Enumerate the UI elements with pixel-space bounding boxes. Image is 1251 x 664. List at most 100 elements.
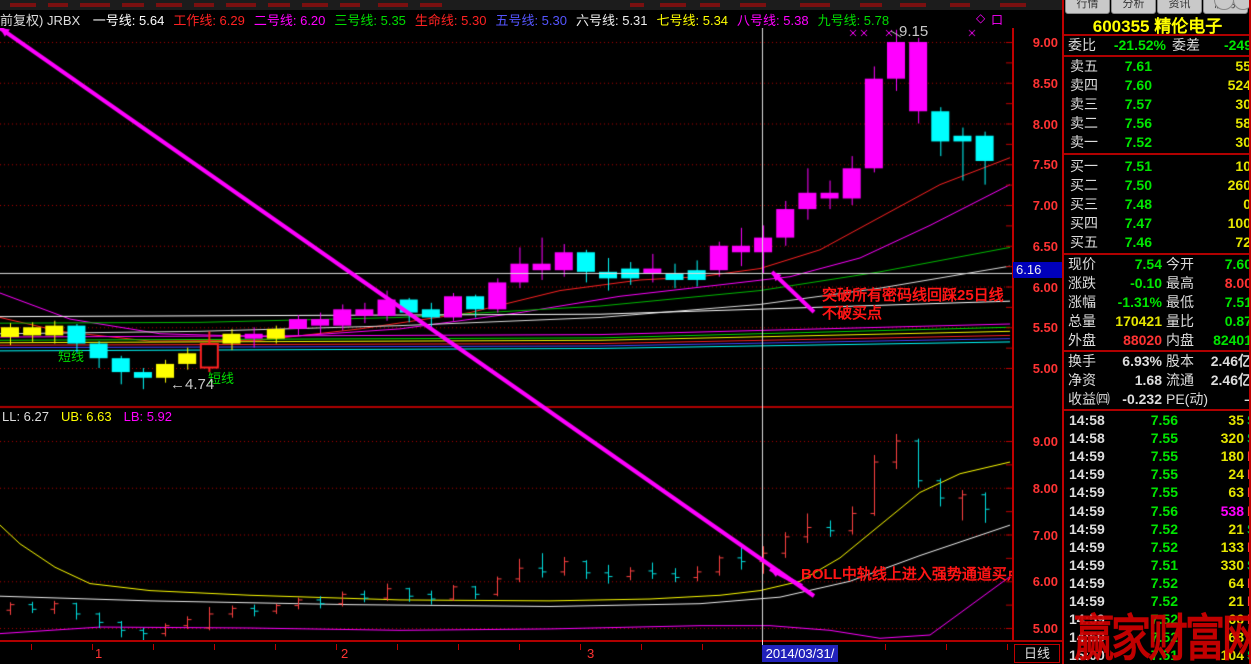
bid-price: 7.46 bbox=[1094, 233, 1152, 252]
month-label-2: 2 bbox=[341, 646, 348, 661]
main-axis-label-5.50: 5.50 bbox=[1014, 320, 1058, 335]
panel-tab-1[interactable]: 行情 bbox=[1065, 0, 1110, 14]
trade-price: 7.52 bbox=[1116, 574, 1178, 592]
window-icon[interactable]: 口 bbox=[991, 11, 1003, 28]
trade-price: 7.52 bbox=[1116, 538, 1178, 556]
toolbar-fragment bbox=[80, 3, 110, 7]
chart-canvas[interactable] bbox=[0, 28, 1012, 640]
time-axis-bar: 2014/03/31/一 日线 1 2 3 bbox=[0, 640, 1062, 664]
trade-row-9: 14:597.51330S bbox=[1064, 556, 1251, 574]
main-axis-label-7.00: 7.00 bbox=[1014, 198, 1058, 213]
bid-volume: 10 bbox=[1164, 157, 1251, 176]
indicator-item-三号线: 三号线: 5.35 bbox=[334, 13, 406, 28]
stat-value: 0.87 bbox=[1194, 312, 1251, 331]
breakout-annotation-line2: 不破买点 bbox=[822, 305, 1004, 323]
trade-volume: 538 bbox=[1182, 502, 1244, 520]
main-axis-label-9.00: 9.00 bbox=[1014, 35, 1058, 50]
bid-row-2[interactable]: 买二7.50260 bbox=[1064, 176, 1251, 195]
stat-label: 现价 bbox=[1068, 255, 1096, 274]
bid-volume: 0 bbox=[1164, 195, 1251, 214]
trade-row-4: 14:597.5524B bbox=[1064, 465, 1251, 483]
ask-row-3[interactable]: 卖三7.5730 bbox=[1064, 95, 1251, 114]
ask-price: 7.52 bbox=[1094, 133, 1152, 152]
low-price-annotation: ←4.74 bbox=[170, 376, 214, 393]
indicator-item-生命线: 生命线: 5.30 bbox=[415, 13, 487, 28]
crosshair-date-label[interactable]: 2014/03/31/一 bbox=[762, 645, 838, 662]
trade-time: 14:58 bbox=[1069, 411, 1105, 429]
toolbar-fragment bbox=[378, 3, 408, 7]
month-label-3: 3 bbox=[587, 646, 594, 661]
time-axis-tick bbox=[336, 644, 337, 650]
trade-volume: 330 bbox=[1182, 556, 1244, 574]
ask-volume: 30 bbox=[1164, 95, 1251, 114]
boll-axis-label-7.00: 7.00 bbox=[1014, 528, 1058, 543]
trade-time: 14:59 bbox=[1069, 483, 1105, 501]
stat-value: 7.60 bbox=[1194, 255, 1251, 274]
stat-row-3: 总量170421量比0.87 bbox=[1064, 312, 1251, 331]
stat-label: 流通 bbox=[1166, 371, 1194, 390]
boll-axis-label-9.00: 9.00 bbox=[1014, 434, 1058, 449]
trade-row-7: 14:597.5221S bbox=[1064, 520, 1251, 538]
stat-value: 6.93% bbox=[1102, 352, 1162, 371]
stat-label: 换手 bbox=[1068, 352, 1096, 371]
ask-row-4[interactable]: 卖四7.60524 bbox=[1064, 76, 1251, 95]
indicator-item-二号线: 二号线: 6.20 bbox=[254, 13, 326, 28]
indicator-item-七号线: 七号线: 5.34 bbox=[657, 13, 729, 28]
bid-row-5[interactable]: 买五7.4672 bbox=[1064, 233, 1251, 252]
panel-tab-2[interactable]: 分析 bbox=[1111, 0, 1156, 14]
weibi-value: -21.52% bbox=[1094, 36, 1166, 55]
trade-row-10: 14:597.5264B bbox=[1064, 574, 1251, 592]
time-axis-tick bbox=[641, 644, 642, 650]
ask-price: 7.56 bbox=[1094, 114, 1152, 133]
month-label-1: 1 bbox=[95, 646, 102, 661]
bid-row-3[interactable]: 买三7.480 bbox=[1064, 195, 1251, 214]
weibi-label: 委比 bbox=[1068, 36, 1096, 55]
toolbar-fragment bbox=[740, 3, 766, 7]
weicha-value: -249 bbox=[1200, 36, 1251, 55]
time-axis-tick bbox=[153, 644, 154, 650]
time-axis-tick bbox=[946, 644, 947, 650]
stat-value: -0.232 bbox=[1102, 390, 1162, 409]
ask-row-2[interactable]: 卖二7.5658 bbox=[1064, 114, 1251, 133]
bid-row-1[interactable]: 买一7.5110 bbox=[1064, 157, 1251, 176]
ask-volume: 58 bbox=[1164, 114, 1251, 133]
trade-price: 7.55 bbox=[1116, 483, 1178, 501]
weibi-row: 委比 -21.52% 委差 -249 bbox=[1064, 36, 1251, 55]
toolbar-fragment bbox=[660, 3, 686, 7]
main-axis-label-8.00: 8.00 bbox=[1014, 117, 1058, 132]
ask-row-5[interactable]: 卖五7.6155 bbox=[1064, 57, 1251, 76]
stat-value: 2.46亿 bbox=[1194, 371, 1251, 390]
toolbar-fragment bbox=[950, 3, 970, 7]
trade-volume: 63 bbox=[1182, 483, 1244, 501]
stock-app-window: 前复权) JRBX 一号线: 5.64工作线: 6.29二号线: 6.20三号线… bbox=[0, 0, 1251, 664]
ask-volume: 524 bbox=[1164, 76, 1251, 95]
trade-row-6: 14:597.56538B bbox=[1064, 502, 1251, 520]
stat-value: 7.54 bbox=[1102, 255, 1162, 274]
candlestick-chart[interactable] bbox=[0, 28, 1012, 640]
stat-value: 8.00 bbox=[1194, 274, 1251, 293]
panel-tab-3[interactable]: 资讯 bbox=[1157, 0, 1202, 14]
chart-title-prefix: 前复权) JRBX bbox=[0, 13, 80, 28]
divider bbox=[1064, 153, 1251, 155]
period-selector[interactable]: 日线 bbox=[1014, 644, 1060, 663]
bid-row-4[interactable]: 买四7.47100 bbox=[1064, 214, 1251, 233]
main-axis-label-5.00: 5.00 bbox=[1014, 361, 1058, 376]
toolbar-fragment bbox=[860, 3, 882, 7]
diamond-icon[interactable]: ◇ bbox=[976, 11, 985, 25]
bid-volume: 260 bbox=[1164, 176, 1251, 195]
indicator-item-八号线: 八号线: 5.38 bbox=[737, 13, 809, 28]
ask-price: 7.57 bbox=[1094, 95, 1152, 114]
trade-price: 7.55 bbox=[1116, 465, 1178, 483]
ask-row-1[interactable]: 卖一7.5230 bbox=[1064, 133, 1251, 152]
stat-row-2: 涨幅-1.31%最低7.51 bbox=[1064, 293, 1251, 312]
time-axis-tick bbox=[31, 644, 32, 650]
main-axis-label-6.50: 6.50 bbox=[1014, 239, 1058, 254]
boll-axis-label-5.00: 5.00 bbox=[1014, 621, 1058, 636]
boll-header-item-2: LB: 5.92 bbox=[124, 409, 172, 424]
trade-volume: 21 bbox=[1182, 520, 1244, 538]
toolbar-fragment bbox=[420, 3, 442, 7]
ask-volume: 30 bbox=[1164, 133, 1251, 152]
stat-label: 外盘 bbox=[1068, 331, 1096, 350]
short-line-label-1: 短线 bbox=[58, 346, 84, 365]
main-axis-label-6.00: 6.00 bbox=[1014, 280, 1058, 295]
